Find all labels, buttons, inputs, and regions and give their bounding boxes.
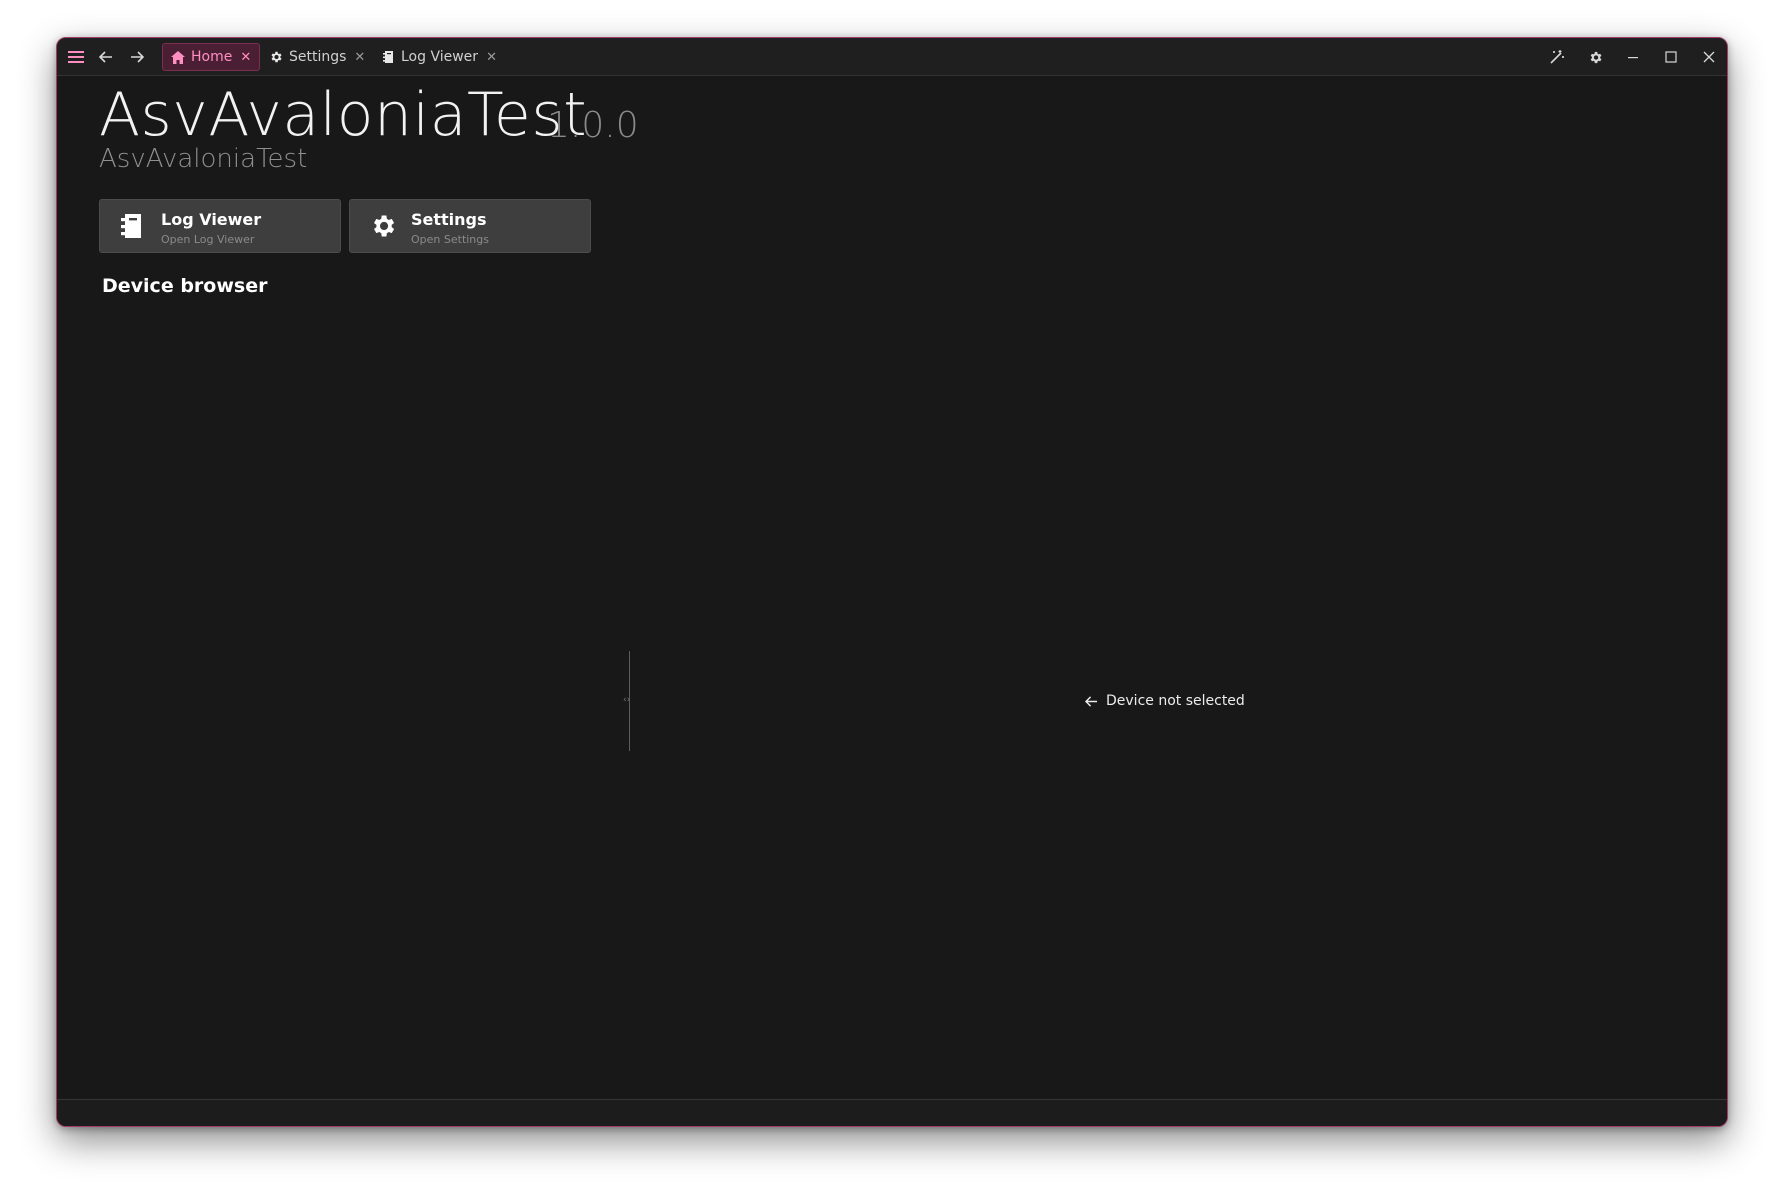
arrow-left-icon	[99, 51, 112, 63]
status-bar	[57, 1099, 1727, 1126]
device-empty-state: Device not selected	[1085, 693, 1245, 709]
theme-toggle-button[interactable]	[1542, 38, 1572, 76]
tab-home[interactable]: Home ✕	[162, 43, 261, 71]
maximize-button[interactable]	[1656, 38, 1686, 76]
forward-button[interactable]	[122, 38, 152, 76]
gear-icon	[368, 211, 398, 241]
tab-log-viewer[interactable]: Log Viewer ✕	[375, 43, 505, 71]
app-title: AsvAvaloniaTest	[99, 80, 588, 150]
empty-message: Device not selected	[1106, 693, 1245, 709]
maximize-icon	[1665, 51, 1677, 63]
action-subtitle: Open Log Viewer	[161, 233, 255, 246]
close-icon[interactable]: ✕	[240, 50, 251, 65]
settings-button[interactable]	[1580, 38, 1610, 76]
action-title: Settings	[411, 210, 487, 229]
gear-icon	[1590, 51, 1601, 63]
home-icon	[171, 50, 185, 64]
action-subtitle: Open Settings	[411, 233, 489, 246]
minimize-button[interactable]	[1618, 38, 1648, 76]
back-button[interactable]	[91, 38, 121, 76]
device-browser-title: Device browser	[102, 275, 268, 297]
tab-settings[interactable]: Settings ✕	[261, 43, 373, 71]
hamburger-menu-icon	[68, 51, 84, 63]
tab-label: Log Viewer	[401, 49, 479, 65]
close-icon[interactable]: ✕	[486, 50, 497, 65]
magic-wand-icon	[1550, 50, 1564, 64]
settings-action-button[interactable]: Settings Open Settings	[349, 199, 591, 253]
app-subtitle: AsvAvaloniaTest	[99, 144, 308, 174]
tab-label: Settings	[289, 49, 347, 65]
splitter-grip-icon[interactable]: ‹›	[623, 695, 630, 705]
close-icon	[1703, 51, 1715, 63]
menu-button[interactable]	[61, 38, 91, 76]
arrow-left-icon	[1085, 695, 1098, 707]
tab-label: Home	[191, 49, 233, 65]
app-version: 1.0.0	[547, 105, 639, 146]
action-title: Log Viewer	[161, 210, 262, 229]
log-viewer-button[interactable]: Log Viewer Open Log Viewer	[99, 199, 341, 253]
app-window: Home ✕ Settings ✕ Log Viewer ✕ AsvAvalon…	[56, 37, 1728, 1127]
log-file-icon	[118, 211, 148, 241]
close-window-button[interactable]	[1694, 38, 1724, 76]
gear-icon	[269, 50, 283, 64]
arrow-right-icon	[131, 51, 144, 63]
minimize-icon	[1628, 57, 1638, 59]
close-icon[interactable]: ✕	[354, 50, 365, 65]
log-file-icon	[383, 50, 395, 64]
title-bar: Home ✕ Settings ✕ Log Viewer ✕	[57, 38, 1727, 76]
